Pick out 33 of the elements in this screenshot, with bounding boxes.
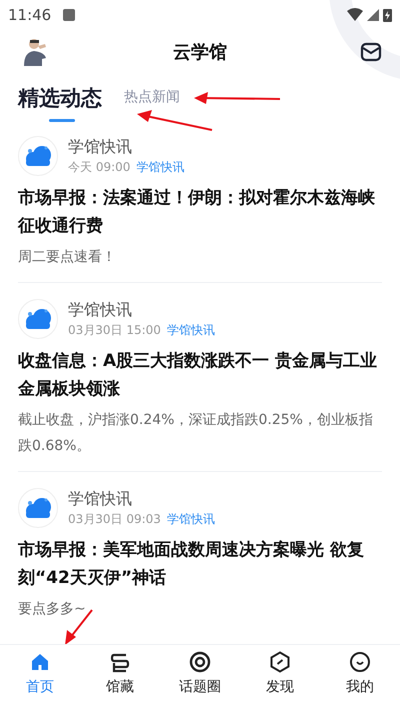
post-summary: 截止收盘，沪指涨0.24%，深证成指跌0.25%，创业板指跌0.68%。 bbox=[18, 411, 374, 456]
source-logo-icon bbox=[18, 136, 58, 176]
notification-icon bbox=[63, 9, 76, 21]
signal-icon bbox=[367, 9, 379, 21]
post-summary: 要点多多~ bbox=[18, 600, 87, 619]
stack-icon bbox=[109, 651, 131, 673]
home-icon bbox=[29, 651, 51, 673]
smiley-icon bbox=[349, 651, 371, 673]
nav-tab[interactable]: 话题圈 bbox=[168, 651, 232, 710]
source-name: 学馆快讯 bbox=[68, 488, 133, 510]
source-name: 学馆快讯 bbox=[68, 136, 133, 158]
battery-icon bbox=[383, 8, 392, 22]
post-time: 今天 09:00 bbox=[68, 159, 130, 176]
page-title: 云学馆 bbox=[173, 40, 227, 64]
mail-icon[interactable] bbox=[360, 42, 382, 62]
post-summary: 周二要点速看！ bbox=[18, 248, 117, 267]
post-time: 03月30日 09:03 bbox=[68, 511, 161, 528]
nav-tab[interactable]: 馆藏 bbox=[88, 651, 152, 710]
wifi-icon bbox=[347, 8, 363, 22]
source-logo-icon bbox=[18, 488, 58, 528]
nav-tab[interactable]: 首页 bbox=[8, 651, 72, 710]
nav-tab[interactable]: 我的 bbox=[328, 651, 392, 710]
post-title[interactable]: 市场早报：美军地面战数周速决方案曝光 欲复刻“42天灭伊”神话 bbox=[18, 536, 382, 592]
status-time: 11:46 bbox=[8, 4, 52, 26]
source-logo-icon bbox=[18, 299, 58, 339]
source-name: 学馆快讯 bbox=[68, 299, 133, 321]
nav-tab[interactable]: 发现 bbox=[248, 651, 312, 710]
post-title[interactable]: 收盘信息：A股三大指数涨跌不一 贵金属与工业金属板块领涨 bbox=[18, 347, 382, 403]
tab[interactable]: 精选动态 bbox=[18, 82, 102, 122]
post-time: 03月30日 15:00 bbox=[68, 322, 161, 339]
post-title[interactable]: 市场早报：法案通过！伊朗：拟对霍尔木兹海峡征收通行费 bbox=[18, 184, 382, 240]
ring-icon bbox=[189, 651, 211, 673]
hexagon-icon bbox=[269, 651, 291, 673]
